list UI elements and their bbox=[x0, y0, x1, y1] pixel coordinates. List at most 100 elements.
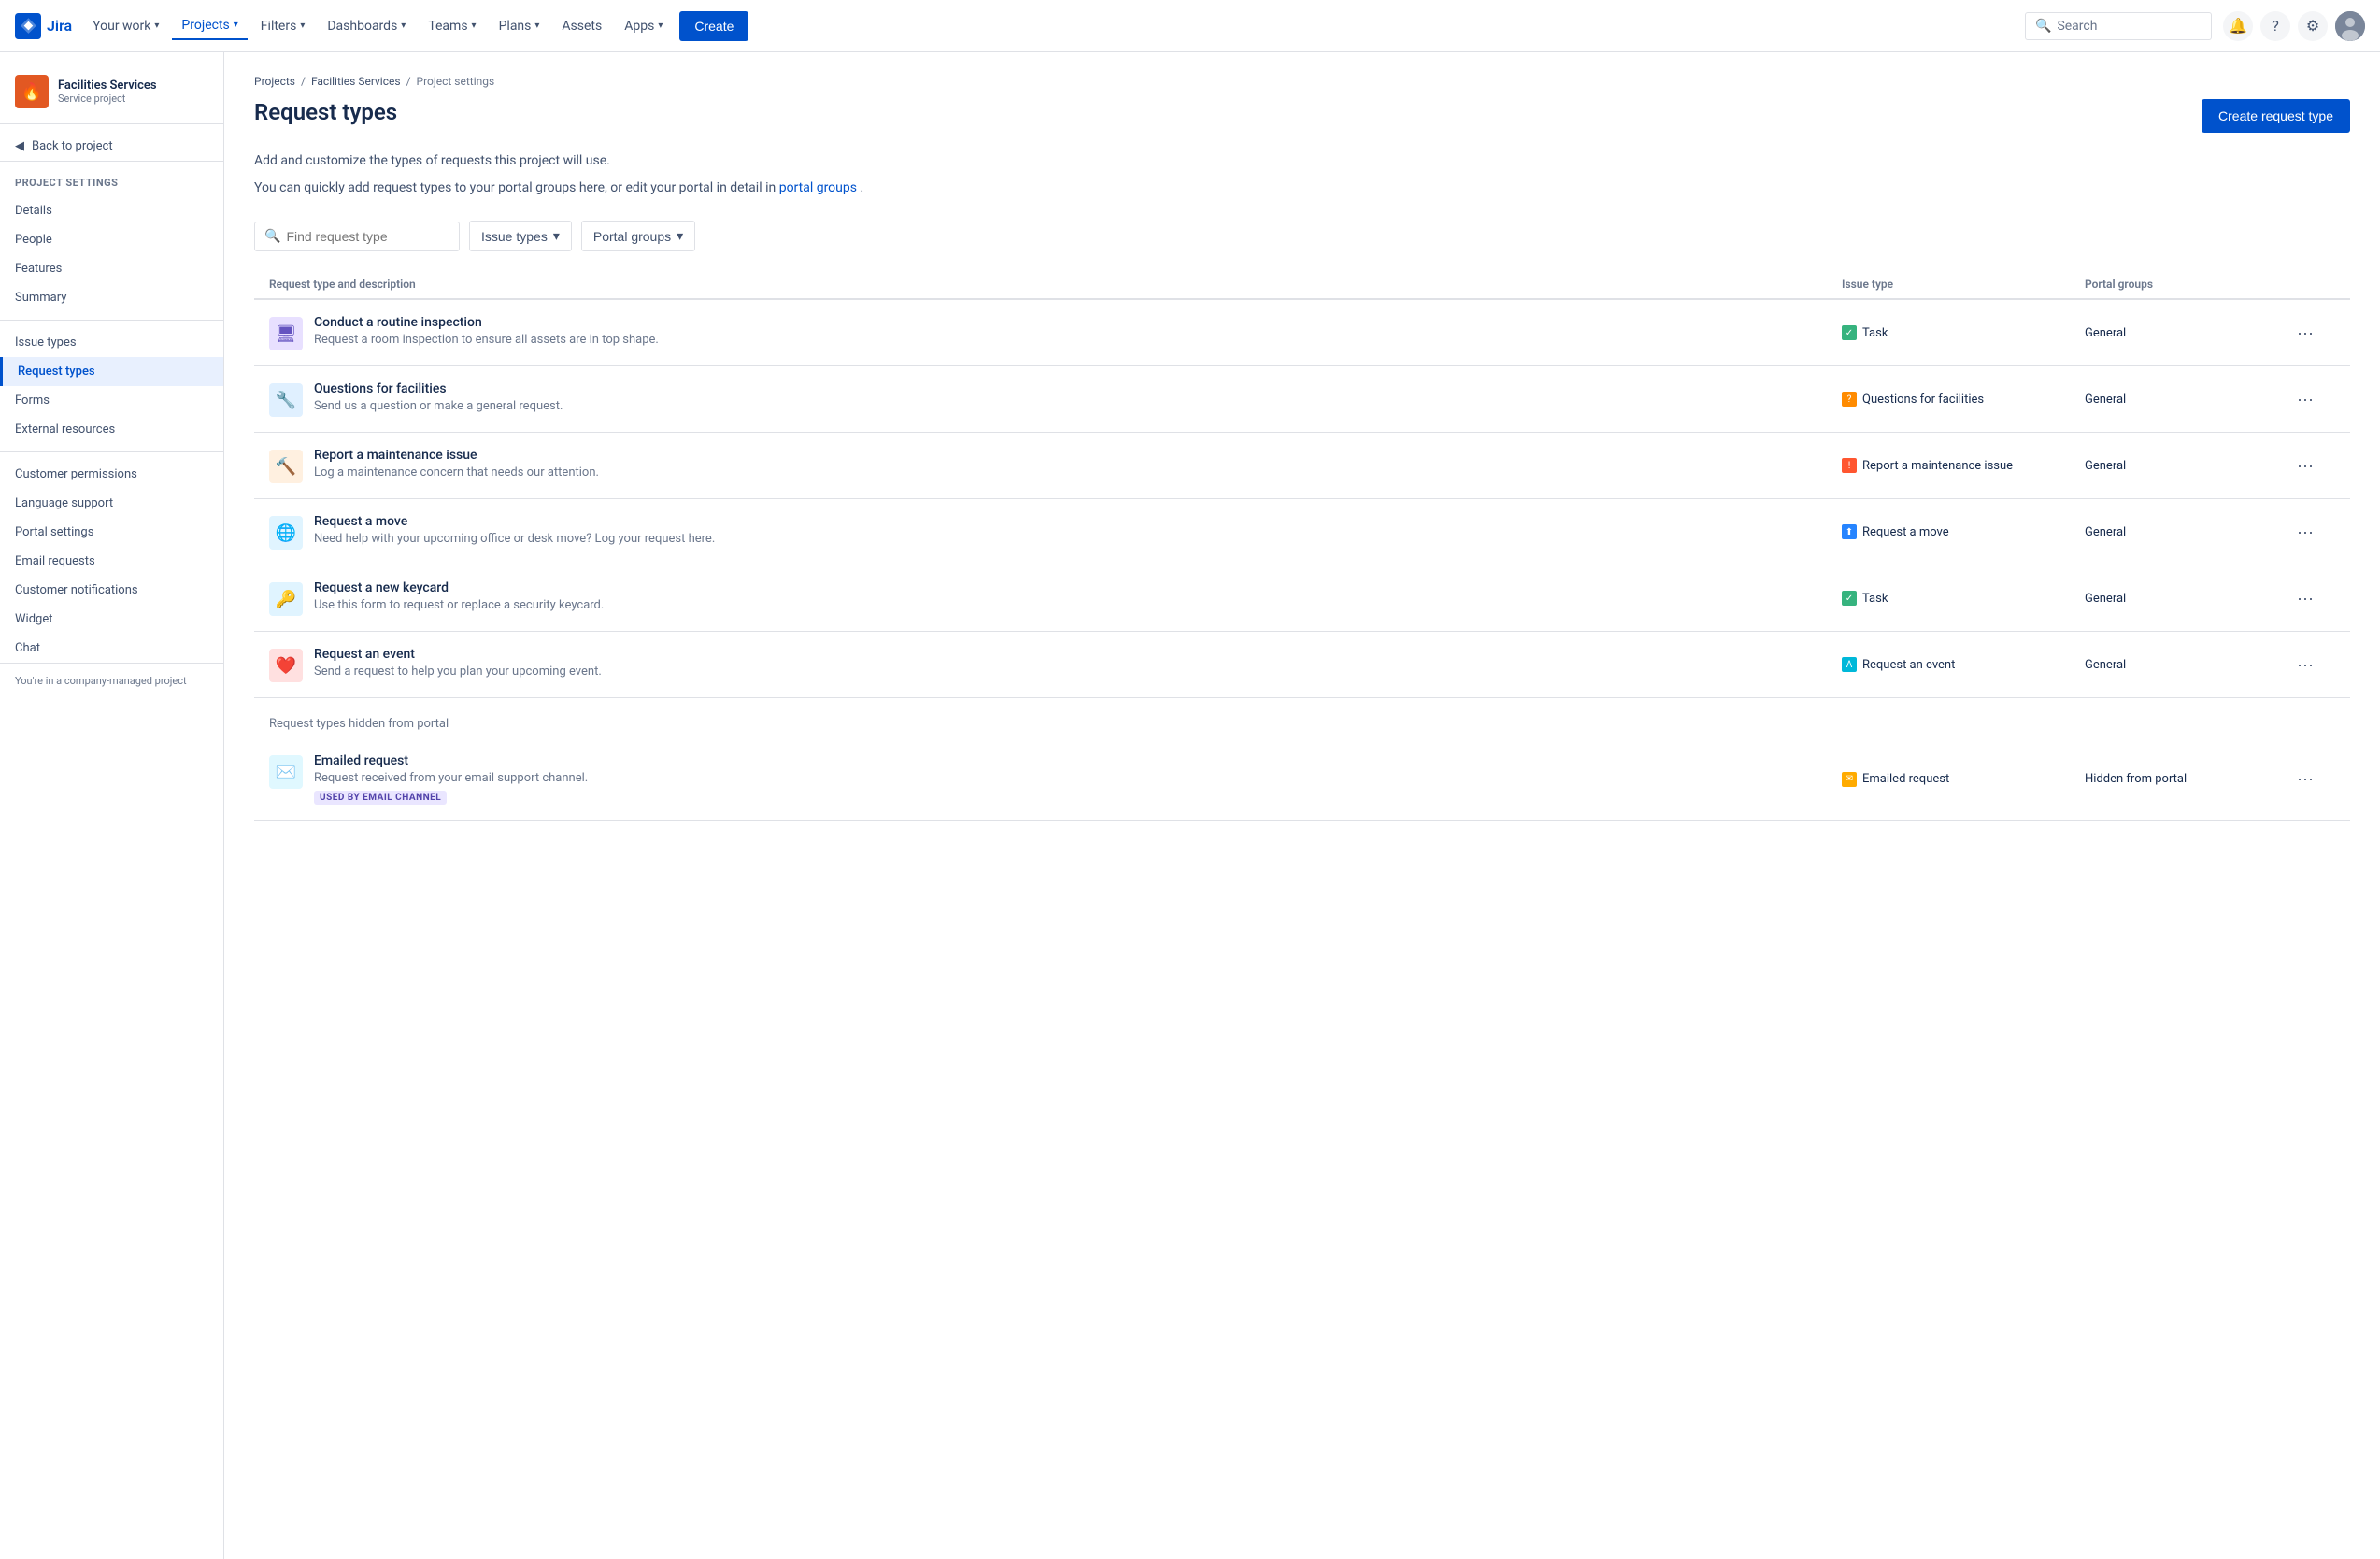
sidebar-divider bbox=[0, 451, 223, 452]
col-portal-groups: Portal groups bbox=[2085, 278, 2290, 291]
issue-type-icon: A bbox=[1842, 657, 1857, 672]
issue-type-cell: ARequest an event bbox=[1842, 657, 2085, 672]
nav-apps[interactable]: Apps ▾ bbox=[615, 13, 672, 39]
nav-search-box[interactable]: 🔍 Search bbox=[2025, 12, 2212, 40]
request-description: Log a maintenance concern that needs our… bbox=[314, 465, 599, 479]
sidebar-item-language-support[interactable]: Language support bbox=[0, 489, 223, 518]
more-options-button[interactable]: ··· bbox=[2290, 765, 2320, 794]
portal-group-cell: General bbox=[2085, 658, 2290, 672]
request-description: Send a request to help you plan your upc… bbox=[314, 665, 602, 679]
nav-plans[interactable]: Plans ▾ bbox=[490, 13, 549, 39]
settings-icon[interactable]: ⚙ bbox=[2298, 11, 2328, 41]
project-name: Facilities Services bbox=[58, 79, 157, 93]
request-title[interactable]: Request a move bbox=[314, 514, 715, 529]
sidebar-project: 🔥 Facilities Services Service project bbox=[0, 67, 223, 124]
nav-dashboards[interactable]: Dashboards ▾ bbox=[318, 13, 415, 39]
issue-types-filter[interactable]: Issue types ▾ bbox=[469, 221, 572, 251]
sidebar-item-request-types[interactable]: Request types bbox=[0, 357, 223, 386]
sidebar-item-customer-permissions[interactable]: Customer permissions bbox=[0, 460, 223, 489]
toolbar: 🔍 Issue types ▾ Portal groups ▾ bbox=[254, 221, 2350, 251]
sidebar-item-details[interactable]: Details bbox=[0, 196, 223, 225]
more-options-button[interactable]: ··· bbox=[2290, 583, 2320, 613]
issue-type-label: Report a maintenance issue bbox=[1862, 459, 2013, 473]
issue-type-icon: ! bbox=[1842, 458, 1857, 473]
help-icon[interactable]: ? bbox=[2260, 11, 2290, 41]
nav-icons: 🔔 ? ⚙ bbox=[2223, 11, 2365, 41]
chevron-down-icon: ▾ bbox=[534, 21, 539, 31]
table-row: 🔨Report a maintenance issueLog a mainten… bbox=[254, 433, 2350, 499]
chevron-down-icon: ▾ bbox=[677, 228, 683, 244]
sidebar-item-widget[interactable]: Widget bbox=[0, 605, 223, 634]
more-options-button[interactable]: ··· bbox=[2290, 650, 2320, 679]
nav-logo[interactable]: Jira bbox=[15, 13, 72, 39]
breadcrumb-projects[interactable]: Projects bbox=[254, 75, 295, 88]
avatar[interactable] bbox=[2335, 11, 2365, 41]
portal-group-cell: General bbox=[2085, 459, 2290, 473]
nav-projects[interactable]: Projects ▾ bbox=[172, 12, 247, 40]
chevron-down-icon: ▾ bbox=[401, 21, 406, 31]
chevron-down-icon: ▾ bbox=[553, 228, 560, 244]
sidebar-item-forms[interactable]: Forms bbox=[0, 386, 223, 415]
table-row: ❤️Request an eventSend a request to help… bbox=[254, 632, 2350, 698]
create-request-type-button[interactable]: Create request type bbox=[2202, 99, 2350, 133]
sidebar-item-summary[interactable]: Summary bbox=[0, 283, 223, 312]
back-arrow-icon: ◀ bbox=[15, 139, 24, 153]
table-row: 🌐Request a moveNeed help with your upcom… bbox=[254, 499, 2350, 565]
request-title[interactable]: Emailed request bbox=[314, 753, 588, 768]
nav-create-button[interactable]: Create bbox=[679, 11, 748, 41]
issue-type-cell: ?Questions for facilities bbox=[1842, 392, 2085, 407]
more-options-button[interactable]: ··· bbox=[2290, 318, 2320, 348]
more-options-button[interactable]: ··· bbox=[2290, 517, 2320, 547]
request-title[interactable]: Conduct a routine inspection bbox=[314, 315, 659, 330]
sidebar-item-people[interactable]: People bbox=[0, 225, 223, 254]
sidebar-item-issue-types[interactable]: Issue types bbox=[0, 328, 223, 357]
portal-groups-filter[interactable]: Portal groups ▾ bbox=[581, 221, 695, 251]
portal-groups-link[interactable]: portal groups bbox=[779, 180, 857, 195]
table-header: Request type and description Issue type … bbox=[254, 270, 2350, 300]
nav-teams[interactable]: Teams ▾ bbox=[419, 13, 485, 39]
sidebar-item-chat[interactable]: Chat bbox=[0, 634, 223, 663]
portal-group-cell: General bbox=[2085, 525, 2290, 539]
breadcrumb-sep-1: / bbox=[301, 75, 306, 88]
chevron-down-icon: ▾ bbox=[472, 21, 477, 31]
issue-type-icon: ✉ bbox=[1842, 772, 1857, 787]
search-request-type-box[interactable]: 🔍 bbox=[254, 222, 460, 251]
issue-type-cell: ✓Task bbox=[1842, 591, 2085, 606]
request-title[interactable]: Request an event bbox=[314, 647, 602, 662]
request-description: Request received from your email support… bbox=[314, 771, 588, 785]
page-title: Request types bbox=[254, 99, 397, 125]
request-title[interactable]: Report a maintenance issue bbox=[314, 448, 599, 463]
more-options-button[interactable]: ··· bbox=[2290, 451, 2320, 480]
request-types-list: 🖥Conduct a routine inspectionRequest a r… bbox=[254, 300, 2350, 698]
request-info: ❤️Request an eventSend a request to help… bbox=[269, 647, 1842, 682]
request-type-icon: ✉️ bbox=[269, 755, 303, 789]
request-title[interactable]: Questions for facilities bbox=[314, 381, 563, 396]
request-description: Use this form to request or replace a se… bbox=[314, 598, 604, 612]
more-options-button[interactable]: ··· bbox=[2290, 384, 2320, 414]
sidebar-item-features[interactable]: Features bbox=[0, 254, 223, 283]
sidebar-item-customer-notifications[interactable]: Customer notifications bbox=[0, 576, 223, 605]
page-description-2: You can quickly add request types to you… bbox=[254, 179, 2350, 198]
search-request-type-input[interactable] bbox=[286, 229, 449, 244]
sidebar: 🔥 Facilities Services Service project ◀ … bbox=[0, 52, 224, 1559]
table-row: ✉️ Emailed request Request received from y… bbox=[254, 738, 2350, 821]
request-text: Emailed request Request received from you… bbox=[314, 753, 588, 805]
notifications-icon[interactable]: 🔔 bbox=[2223, 11, 2253, 41]
table-row: 🔑Request a new keycardUse this form to r… bbox=[254, 565, 2350, 632]
sidebar-item-external-resources[interactable]: External resources bbox=[0, 415, 223, 444]
nav-your-work[interactable]: Your work ▾ bbox=[83, 13, 168, 39]
request-info: 🖥Conduct a routine inspectionRequest a r… bbox=[269, 315, 1842, 350]
sidebar-item-email-requests[interactable]: Email requests bbox=[0, 547, 223, 576]
portal-group-cell: General bbox=[2085, 326, 2290, 340]
sidebar-item-portal-settings[interactable]: Portal settings bbox=[0, 518, 223, 547]
request-title[interactable]: Request a new keycard bbox=[314, 580, 604, 595]
breadcrumb-facilities[interactable]: Facilities Services bbox=[311, 75, 401, 88]
nav-filters[interactable]: Filters ▾ bbox=[251, 13, 315, 39]
issue-type-icon: ? bbox=[1842, 392, 1857, 407]
col-issue-type: Issue type bbox=[1842, 278, 2085, 291]
back-to-project[interactable]: ◀ Back to project bbox=[0, 132, 223, 162]
nav-assets[interactable]: Assets bbox=[552, 13, 611, 39]
chevron-down-icon: ▾ bbox=[300, 21, 305, 31]
request-type-icon: 🌐 bbox=[269, 516, 303, 550]
request-info: ✉️ Emailed request Request received from y… bbox=[269, 753, 1842, 805]
